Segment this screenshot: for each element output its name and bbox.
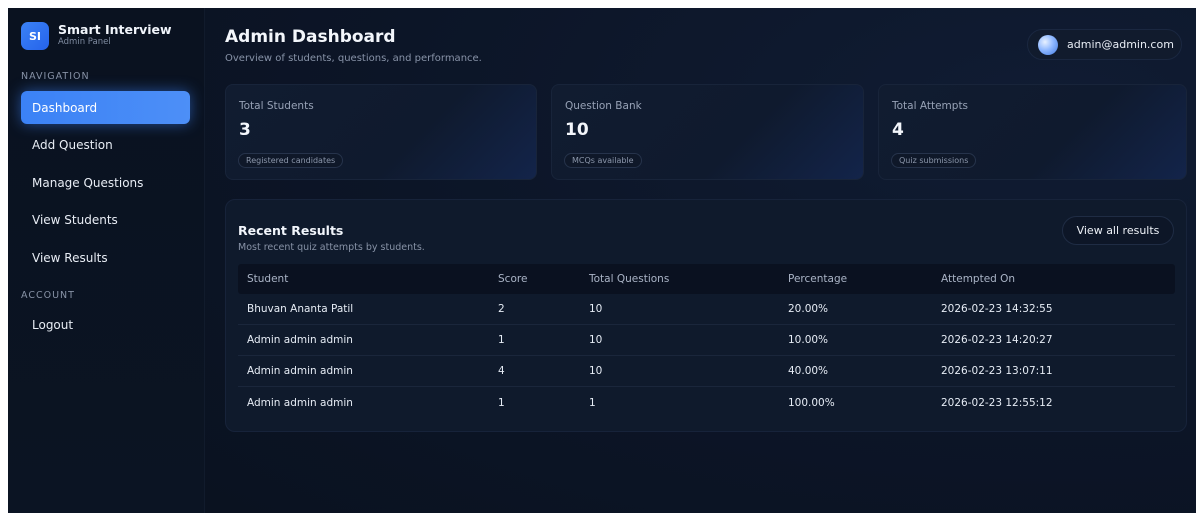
stat-card-questions: Question Bank 10 MCQs available [551, 84, 864, 180]
app-window: SI Smart Interview Admin Panel NAVIGATIO… [8, 8, 1196, 513]
cell-attempted-on: 2026-02-23 14:20:27 [941, 334, 1053, 346]
cell-student: Bhuvan Ananta Patil [247, 303, 354, 315]
cell-score: 1 [498, 396, 505, 409]
cell-percentage: 40.00% [788, 365, 829, 377]
table-row[interactable]: Admin admin admin 1 10 10.00% 2026-02-23… [238, 325, 1175, 356]
sidebar-item-manage-questions[interactable]: Manage Questions [21, 166, 190, 199]
cell-total-questions: 10 [589, 334, 603, 346]
user-menu[interactable]: admin@admin.com [1027, 29, 1182, 60]
column-header-student[interactable]: Student [247, 264, 288, 294]
brand-title: Smart Interview [58, 21, 172, 37]
page-subtitle: Overview of students, questions, and per… [225, 53, 482, 64]
cell-student: Admin admin admin [247, 396, 353, 409]
recent-results-panel: Recent Results Most recent quiz attempts… [225, 199, 1187, 432]
sidebar-item-label: View Students [32, 212, 118, 227]
stat-badge: Registered candidates [238, 153, 344, 168]
sidebar: SI Smart Interview Admin Panel NAVIGATIO… [8, 8, 205, 513]
sidebar-item-label: Dashboard [32, 100, 98, 115]
stat-value: 10 [565, 120, 589, 140]
stat-card-students: Total Students 3 Registered candidates [225, 84, 537, 180]
cell-percentage: 100.00% [788, 396, 835, 409]
cell-score: 1 [498, 334, 505, 346]
brand-subtitle: Admin Panel [58, 36, 111, 47]
cell-total-questions: 10 [589, 303, 603, 315]
sidebar-item-label: View Results [32, 250, 108, 265]
user-email: admin@admin.com [1067, 38, 1174, 51]
stat-value: 3 [239, 120, 251, 140]
stat-badge: Quiz submissions [891, 153, 977, 168]
cell-percentage: 20.00% [788, 303, 829, 315]
cell-attempted-on: 2026-02-23 14:32:55 [941, 303, 1053, 315]
stat-badge: MCQs available [564, 153, 642, 168]
cell-score: 2 [498, 303, 505, 315]
stat-label: Total Attempts [892, 100, 969, 112]
table-row[interactable]: Admin admin admin 1 1 100.00% 2026-02-23… [238, 387, 1175, 418]
stat-label: Total Students [239, 100, 314, 112]
cell-student: Admin admin admin [247, 365, 353, 377]
sidebar-item-label: Manage Questions [32, 175, 144, 190]
stat-label: Question Bank [565, 100, 642, 112]
sidebar-item-view-results[interactable]: View Results [21, 241, 190, 274]
cell-score: 4 [498, 365, 505, 377]
sidebar-item-add-question[interactable]: Add Question [21, 128, 190, 161]
view-all-results-button[interactable]: View all results [1062, 216, 1174, 245]
table-header: Student Score Total Questions Percentage… [238, 264, 1175, 294]
cell-attempted-on: 2026-02-23 13:07:11 [941, 365, 1053, 377]
sidebar-item-dashboard[interactable]: Dashboard [21, 91, 190, 124]
section-subtitle: Most recent quiz attempts by students. [238, 242, 425, 253]
sidebar-item-label: Add Question [32, 137, 113, 152]
cell-attempted-on: 2026-02-23 12:55:12 [941, 396, 1053, 409]
column-header-percentage[interactable]: Percentage [788, 264, 847, 294]
nav-section-heading: NAVIGATION [21, 71, 90, 82]
column-header-score[interactable]: Score [498, 264, 527, 294]
main-content: Admin Dashboard Overview of students, qu… [205, 8, 1196, 513]
section-title: Recent Results [238, 223, 344, 238]
brand-text: Smart Interview Admin Panel [58, 22, 172, 48]
account-section-heading: ACCOUNT [21, 290, 75, 301]
column-header-total-questions[interactable]: Total Questions [589, 264, 669, 294]
results-table: Student Score Total Questions Percentage… [238, 264, 1175, 418]
sidebar-item-logout[interactable]: Logout [21, 308, 190, 341]
cell-percentage: 10.00% [788, 334, 829, 346]
cell-total-questions: 10 [589, 365, 603, 377]
stat-card-attempts: Total Attempts 4 Quiz submissions [878, 84, 1187, 180]
page-title: Admin Dashboard [225, 27, 396, 47]
table-row[interactable]: Admin admin admin 4 10 40.00% 2026-02-23… [238, 356, 1175, 387]
cell-total-questions: 1 [589, 396, 596, 409]
column-header-attempted-on[interactable]: Attempted On [941, 264, 1015, 294]
avatar [1038, 34, 1058, 55]
cell-student: Admin admin admin [247, 334, 353, 346]
table-row[interactable]: Bhuvan Ananta Patil 2 10 20.00% 2026-02-… [238, 294, 1175, 325]
sidebar-item-label: Logout [32, 317, 74, 332]
sidebar-item-view-students[interactable]: View Students [21, 203, 190, 236]
stat-value: 4 [892, 120, 904, 140]
brand-logo: SI [21, 22, 49, 50]
brand[interactable]: SI Smart Interview Admin Panel [21, 22, 172, 50]
